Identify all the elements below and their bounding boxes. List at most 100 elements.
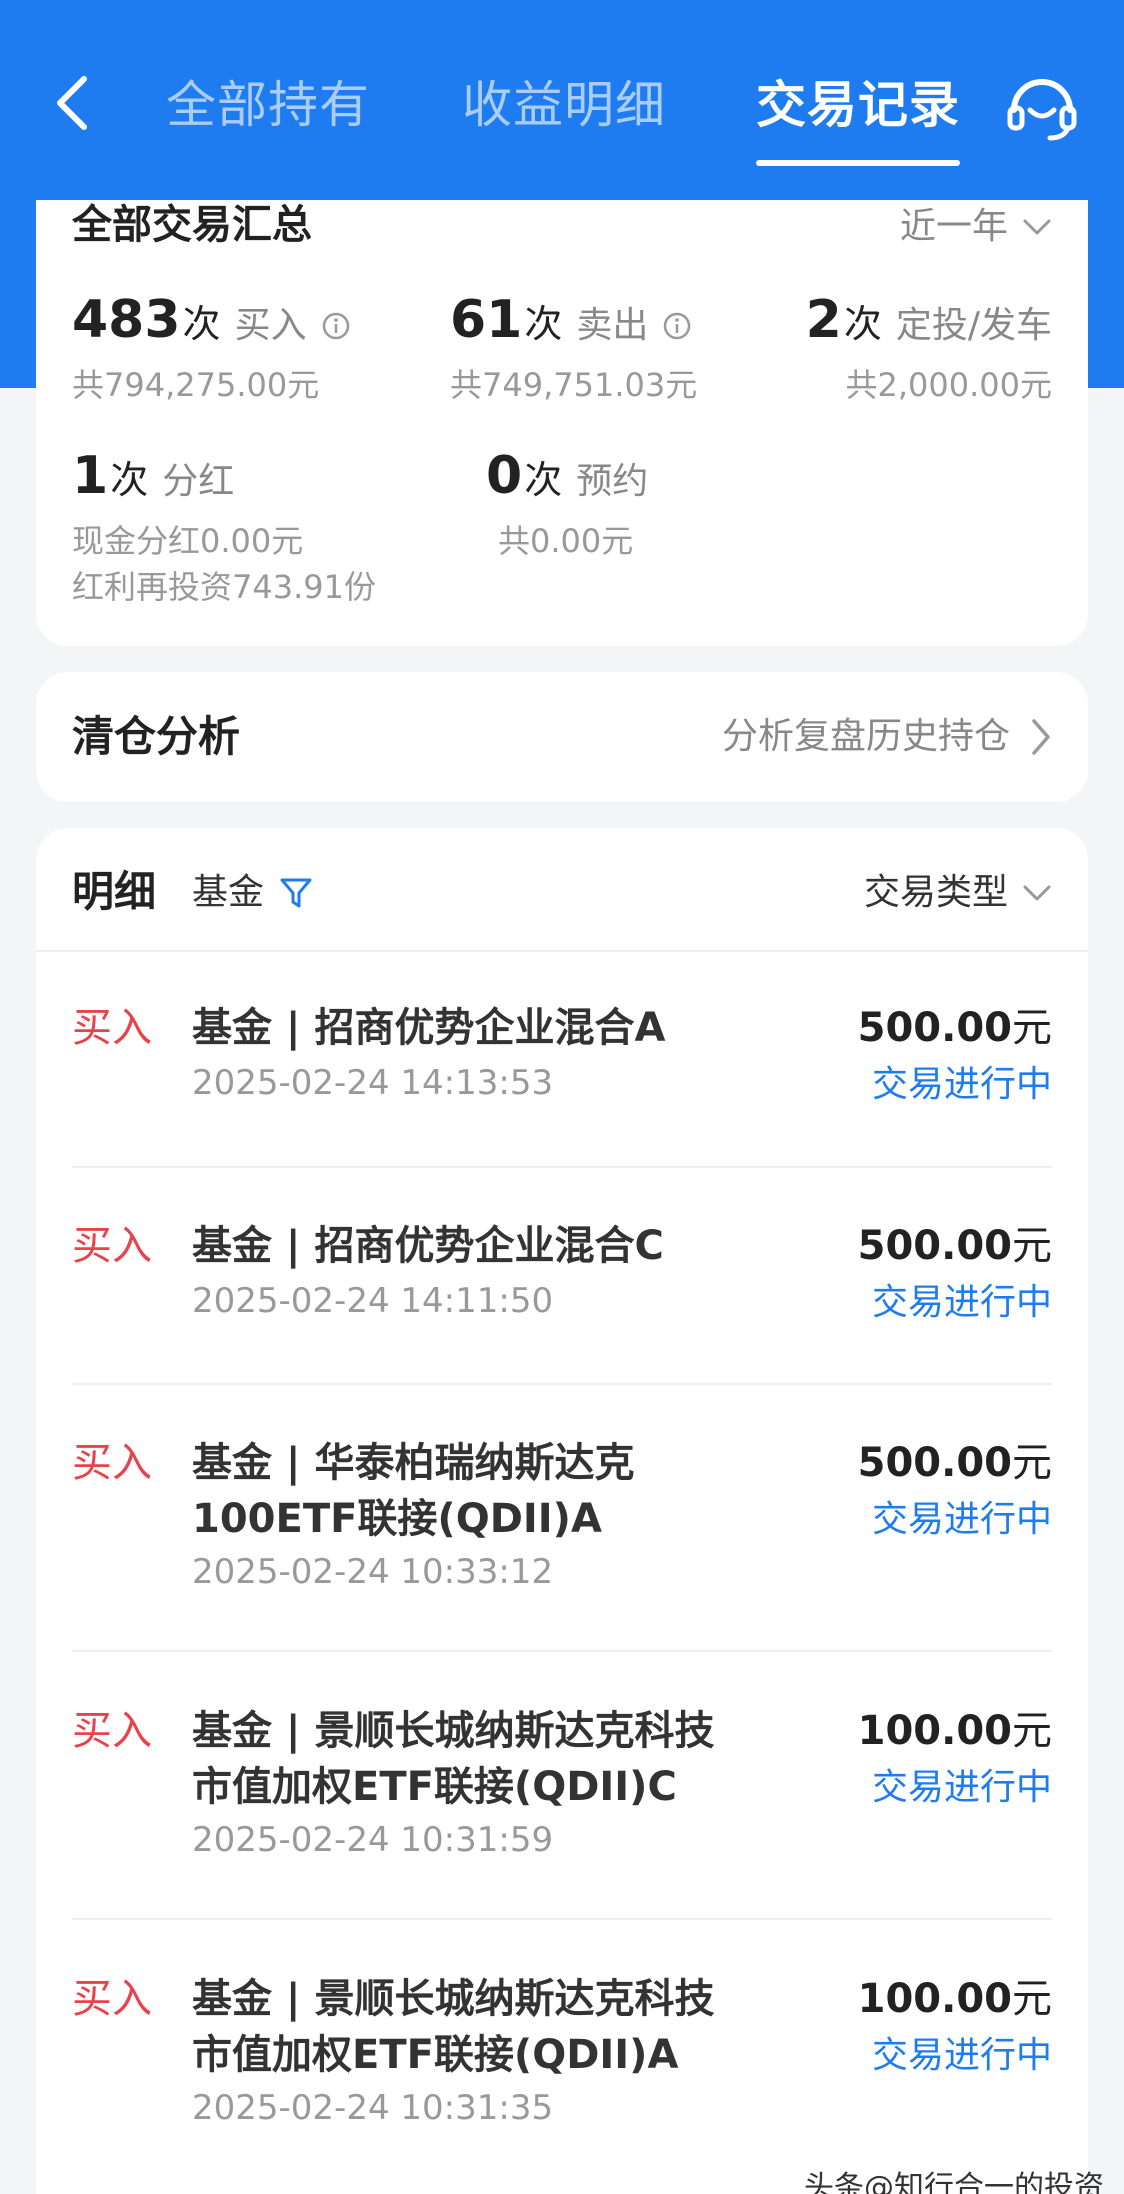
- summary-title: 全部交易汇总: [72, 202, 312, 248]
- stat-sell: 61 次 卖出 共749,751.03元: [450, 290, 697, 406]
- tab-transaction-records[interactable]: 交易记录: [756, 70, 960, 140]
- transaction-time: 2025-02-24 10:31:59: [192, 1820, 554, 1860]
- transaction-status: 交易进行中: [871, 1767, 1052, 1808]
- period-label: 近一年: [899, 206, 1008, 247]
- stat-sub: 现金分红0.00元: [72, 522, 304, 560]
- amount-value: 500.00: [857, 1005, 1012, 1051]
- divider: [72, 1383, 1052, 1385]
- transaction-amount: 500.00元: [858, 1218, 1052, 1274]
- transaction-summary-card: 全部交易汇总 近一年 483 次 买入 共794,275.00元 61 次 卖出: [36, 200, 1088, 646]
- transaction-status: 交易进行中: [871, 1499, 1052, 1540]
- transaction-type: 买入: [72, 1708, 152, 1754]
- transaction-type-filter[interactable]: 交易类型: [864, 866, 1052, 920]
- stat-count: 483: [72, 290, 181, 350]
- active-tab-indicator: [756, 160, 960, 166]
- amount-unit: 元: [1012, 1005, 1052, 1051]
- stat-label: 买入: [234, 305, 307, 346]
- transaction-fund-name: 基金 | 景顺长城纳斯达克科技市值加权ETF联接(QDII)A: [192, 1976, 715, 2078]
- transaction-type-label: 交易类型: [863, 872, 1008, 913]
- clearance-link-label: 分析复盘历史持仓: [721, 716, 1010, 757]
- transaction-amount: 500.00元: [858, 1000, 1052, 1056]
- watermark: 头条@知行合一的投资: [804, 2170, 1104, 2194]
- amount-unit: 元: [1012, 1440, 1052, 1486]
- transaction-fund-name: 基金 | 招商优势企业混合A: [192, 1005, 666, 1051]
- stat-sub: 共0.00元: [498, 522, 634, 560]
- amount-unit: 元: [1012, 1976, 1052, 2022]
- detail-header: 明细 基金 交易类型: [36, 828, 1088, 952]
- stat-dividend: 1 次 分红 现金分红0.00元 红利再投资743.91份: [72, 446, 376, 608]
- stat-count: 61: [450, 290, 523, 350]
- clearance-title: 清仓分析: [72, 712, 241, 761]
- transaction-status: 交易进行中: [871, 1282, 1052, 1323]
- stat-label: 定投/发车: [895, 305, 1052, 346]
- customer-service-button[interactable]: [1004, 70, 1080, 146]
- amount-unit: 元: [1012, 1223, 1052, 1269]
- transaction-type: 买入: [72, 1976, 152, 2022]
- transaction-amount: 100.00元: [858, 1703, 1052, 1759]
- transaction-amount: 100.00元: [858, 1971, 1052, 2027]
- transaction-time: 2025-02-24 14:13:53: [192, 1063, 554, 1103]
- transaction-fund-name: 基金 | 华泰柏瑞纳斯达克100ETF联接(QDII)A: [192, 1440, 635, 1542]
- transaction-fund-name: 基金 | 招商优势企业混合C: [192, 1223, 664, 1269]
- stat-count: 1: [72, 446, 109, 506]
- stat-sub: 共2,000.00元: [845, 366, 1052, 404]
- amount-value: 500.00: [857, 1440, 1012, 1486]
- transaction-row[interactable]: 买入 基金 | 招商优势企业混合A 2025-02-24 14:13:53 50…: [72, 1000, 1052, 1110]
- top-navigation: 全部持有 收益明细 交易记录: [0, 0, 1124, 200]
- transaction-row[interactable]: 买入 基金 | 华泰柏瑞纳斯达克100ETF联接(QDII)A 2025-02-…: [72, 1435, 1052, 1605]
- stat-sub: 红利再投资743.91份: [72, 568, 376, 606]
- stat-label: 分红: [162, 461, 235, 502]
- stat-reservation: 0 次 预约 共0.00元: [486, 446, 648, 562]
- stat-unit: 次: [524, 302, 563, 346]
- divider: [72, 1166, 1052, 1168]
- transaction-time: 2025-02-24 14:11:50: [192, 1281, 554, 1321]
- transaction-amount: 500.00元: [858, 1435, 1052, 1491]
- stat-count: 2: [805, 290, 842, 350]
- stat-unit: 次: [843, 302, 882, 346]
- clearance-link[interactable]: 分析复盘历史持仓: [722, 710, 1052, 764]
- stat-unit: 次: [182, 302, 221, 346]
- stat-unit: 次: [110, 458, 149, 502]
- amount-value: 500.00: [857, 1223, 1012, 1269]
- tab-all-holdings[interactable]: 全部持有: [166, 70, 370, 140]
- stat-unit: 次: [524, 458, 563, 502]
- stat-count: 0: [486, 446, 523, 506]
- filter-icon: [280, 878, 312, 908]
- fund-filter[interactable]: 基金: [192, 866, 314, 920]
- transaction-status: 交易进行中: [871, 1064, 1052, 1105]
- divider: [72, 1918, 1052, 1920]
- tab-earnings-detail[interactable]: 收益明细: [462, 70, 666, 140]
- stat-sub: 共749,751.03元: [450, 366, 698, 404]
- stat-sub: 共794,275.00元: [72, 366, 320, 404]
- period-selector[interactable]: 近一年: [900, 202, 1052, 252]
- transaction-status: 交易进行中: [871, 2035, 1052, 2076]
- back-button[interactable]: [44, 66, 100, 140]
- chevron-down-icon: [1023, 219, 1051, 235]
- transaction-type: 买入: [72, 1440, 152, 1486]
- stat-auto-invest: 2 次 定投/发车 共2,000.00元: [806, 290, 1052, 406]
- chevron-right-icon: [1032, 719, 1050, 755]
- transaction-row[interactable]: 买入 基金 | 景顺长城纳斯达克科技市值加权ETF联接(QDII)A 2025-…: [72, 1971, 1052, 2141]
- stat-label: 卖出: [576, 305, 649, 346]
- customer-service-headset-icon: [1007, 79, 1077, 141]
- transaction-row[interactable]: 买入 基金 | 招商优势企业混合C 2025-02-24 14:11:50 50…: [72, 1218, 1052, 1328]
- stat-buy: 483 次 买入 共794,275.00元: [72, 290, 351, 406]
- detail-title: 明细: [72, 867, 157, 916]
- transaction-fund-name: 基金 | 景顺长城纳斯达克科技市值加权ETF联接(QDII)C: [192, 1708, 715, 1810]
- stat-label: 预约: [576, 461, 649, 502]
- info-icon[interactable]: [662, 311, 692, 341]
- transaction-time: 2025-02-24 10:33:12: [192, 1552, 554, 1592]
- transaction-type: 买入: [72, 1223, 152, 1269]
- amount-value: 100.00: [857, 1708, 1012, 1754]
- transaction-time: 2025-02-24 10:31:35: [192, 2088, 554, 2128]
- chevron-left-icon: [57, 76, 87, 130]
- amount-unit: 元: [1012, 1708, 1052, 1754]
- info-icon[interactable]: [321, 311, 351, 341]
- transaction-type: 买入: [72, 1005, 152, 1051]
- fund-filter-label: 基金: [192, 872, 265, 913]
- amount-value: 100.00: [857, 1976, 1012, 2022]
- clearance-analysis-card[interactable]: 清仓分析 分析复盘历史持仓: [36, 672, 1088, 802]
- transaction-detail-card: 明细 基金 交易类型 买入 基金 | 招商优势企业混合A 2025-02-24 …: [36, 828, 1088, 2194]
- divider: [72, 1650, 1052, 1652]
- transaction-row[interactable]: 买入 基金 | 景顺长城纳斯达克科技市值加权ETF联接(QDII)C 2025-…: [72, 1703, 1052, 1873]
